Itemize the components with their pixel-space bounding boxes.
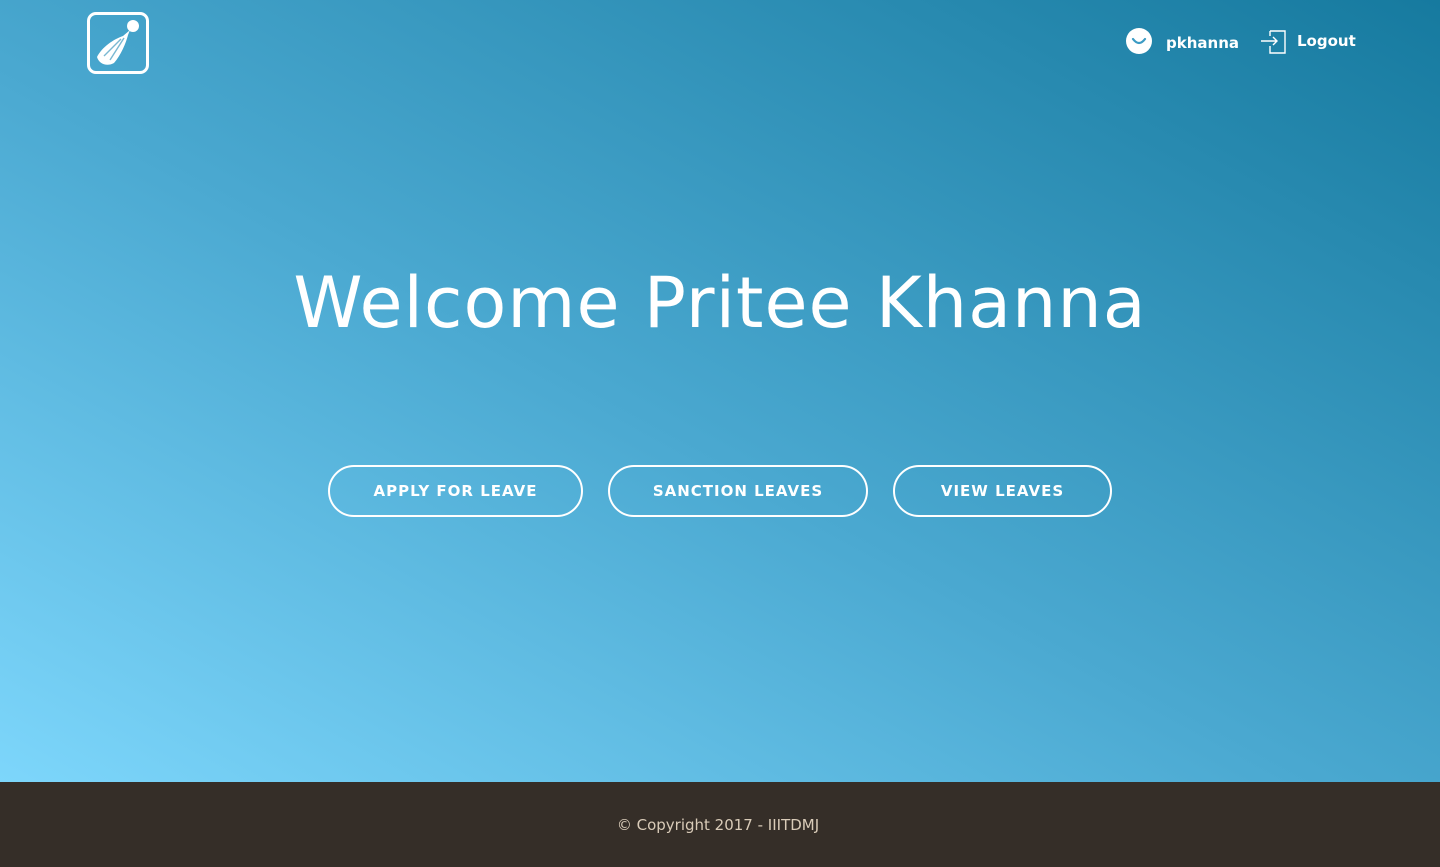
view-leaves-button[interactable]: VIEW LEAVES (893, 465, 1112, 517)
smiley-avatar-icon[interactable] (1126, 28, 1152, 54)
logout-icon (1261, 30, 1286, 54)
copyright-text: © Copyright 2017 - IIITDMJ (616, 815, 820, 834)
welcome-heading: Welcome Pritee Khanna (293, 262, 1147, 344)
apply-for-leave-button[interactable]: APPLY FOR LEAVE (328, 465, 583, 517)
app-logo[interactable] (87, 12, 149, 74)
username-link[interactable]: pkhanna (1166, 34, 1239, 52)
logout-button[interactable]: Logout (1260, 27, 1356, 55)
hero-background: pkhanna Logout Welcome Pritee Khanna APP… (0, 0, 1440, 782)
sanction-leaves-button[interactable]: SANCTION LEAVES (608, 465, 868, 517)
logout-label: Logout (1297, 32, 1356, 50)
shuttlecock-logo-icon (97, 20, 139, 65)
user-menu: pkhanna Logout (1126, 24, 1356, 58)
footer: © Copyright 2017 - IIITDMJ (0, 782, 1440, 867)
